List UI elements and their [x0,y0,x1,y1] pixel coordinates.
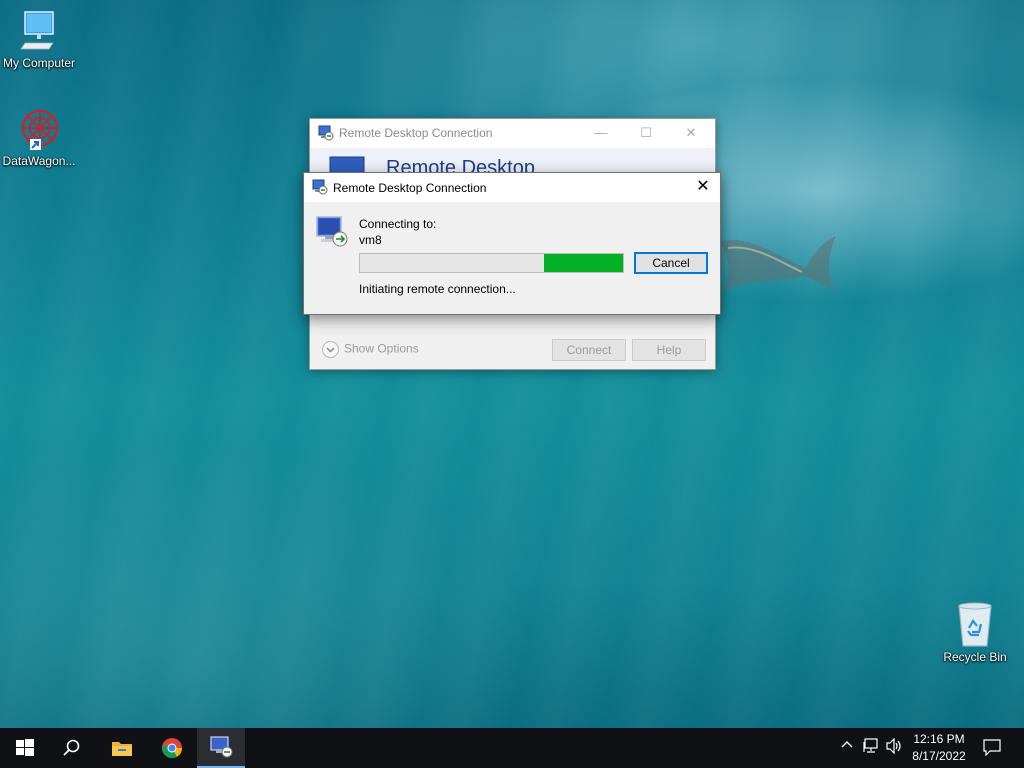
search-icon [63,739,80,756]
chrome-icon [161,738,183,759]
connecting-label: Connecting to: [359,217,437,231]
window-title: Remote Desktop Connection [339,126,493,140]
wallpaper-fish [720,236,836,292]
show-options-label: Show Options [344,341,419,356]
network-icon[interactable] [863,738,881,757]
desktop-icon-datawagon[interactable]: DataWagon... [0,108,78,168]
taskbar-chrome[interactable] [148,728,196,768]
chevron-down-icon [322,341,339,358]
volume-icon[interactable] [886,737,904,757]
datawagon-icon [21,109,59,150]
taskbar-file-explorer[interactable] [98,728,146,768]
dialog-titlebar[interactable]: Remote Desktop Connection ✕ [304,173,720,202]
close-icon[interactable]: ✕ [690,177,716,197]
rdc-main-titlebar[interactable]: Remote Desktop Connection — ☐ ✕ [310,119,715,148]
connection-status: Initiating remote connection... [359,282,516,296]
desktop-icon-label: DataWagon... [2,154,76,168]
rdc-connecting-dialog: Remote Desktop Connection ✕ Connecting t… [303,172,721,315]
desktop-icon-label: Recycle Bin [943,650,1007,664]
clock-time: 12:16 PM [913,732,965,746]
chevron-up-icon[interactable] [840,738,854,755]
recycle-bin-icon [958,602,992,647]
start-icon [16,739,34,756]
remote-desktop-large-icon [316,216,348,247]
minimize-icon[interactable]: — [587,123,615,143]
remote-desktop-banner-icon [329,156,365,173]
connect-button[interactable]: Connect [552,339,626,361]
desktop: My Computer DataWagon... Recycle Bin Rem… [0,0,1024,728]
taskbar-clock[interactable]: 12:16 PM 8/17/2022 [906,731,972,765]
taskbar-remote-desktop[interactable] [197,728,245,768]
clock-date: 8/17/2022 [912,749,966,763]
remote-desktop-icon [312,179,328,195]
progress-fill [544,254,623,272]
desktop-icon-my-computer[interactable]: My Computer [0,10,78,70]
host-name: vm8 [359,233,382,247]
close-icon[interactable]: ✕ [677,123,705,143]
dialog-title: Remote Desktop Connection [333,181,487,195]
show-options-toggle[interactable]: Show Options [322,341,419,358]
remote-desktop-icon [210,736,233,758]
desktop-icon-recycle-bin[interactable]: Recycle Bin [936,602,1014,664]
search-button[interactable] [48,728,96,768]
cancel-button[interactable]: Cancel [634,252,708,274]
file-explorer-icon [112,742,132,756]
notifications-icon[interactable] [983,739,1001,759]
remote-desktop-icon [318,125,334,141]
maximize-icon[interactable]: ☐ [632,123,660,143]
desktop-icon-label: My Computer [2,56,76,70]
help-button[interactable]: Help [632,339,706,361]
connection-progress-bar [359,253,624,273]
computer-icon [20,11,54,50]
taskbar: 12:16 PM 8/17/2022 [0,728,1024,768]
start-button[interactable] [0,728,48,768]
